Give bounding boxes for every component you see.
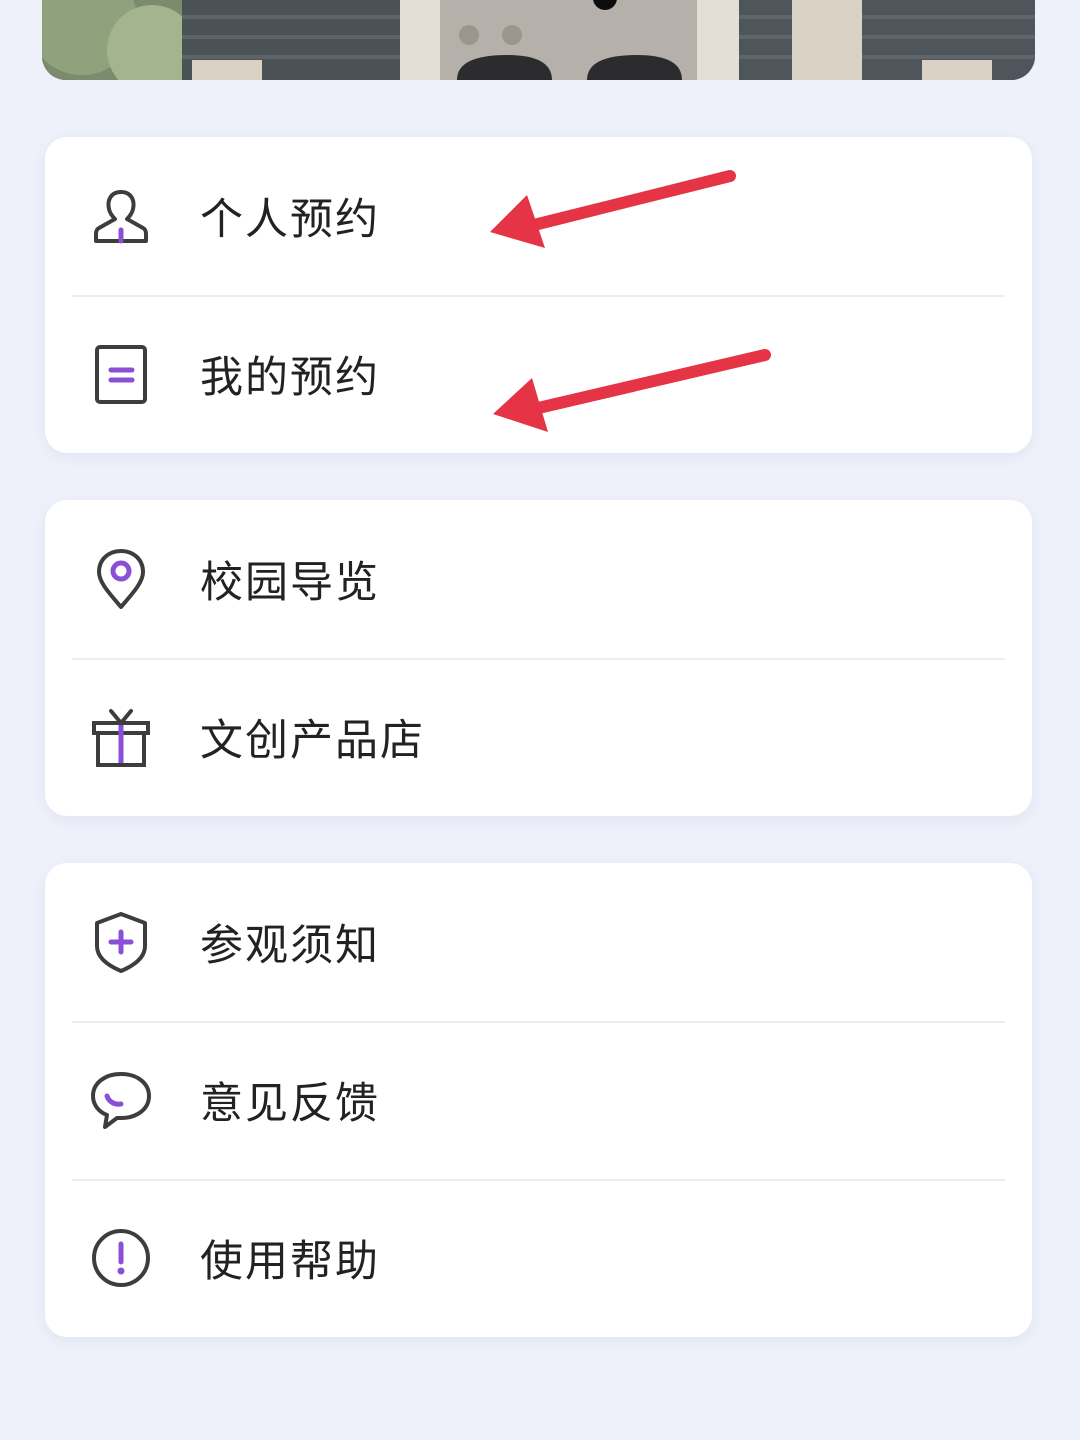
menu-item-label: 校园导览	[200, 558, 380, 608]
exclamation-circle-icon	[89, 1226, 153, 1290]
banner-carousel[interactable]	[42, 0, 1035, 80]
chat-bubble-icon	[89, 1068, 153, 1132]
menu-item-label: 意见反馈	[200, 1079, 380, 1129]
menu-group-booking: 个人预约 我的预约	[45, 137, 1032, 453]
person-icon	[89, 184, 153, 248]
shield-plus-icon	[89, 910, 153, 974]
menu-item-label: 参观须知	[200, 921, 380, 971]
gift-icon	[89, 705, 153, 769]
menu-group-campus: 校园导览 文创产品店	[45, 500, 1032, 816]
menu-item-feedback[interactable]: 意见反馈	[45, 1021, 1032, 1179]
menu-item-campus-tour[interactable]: 校园导览	[45, 500, 1032, 658]
menu-item-my-booking[interactable]: 我的预约	[45, 295, 1032, 453]
menu-item-help[interactable]: 使用帮助	[45, 1179, 1032, 1337]
menu-item-label: 我的预约	[200, 353, 380, 403]
menu-group-info: 参观须知 意见反馈 使用帮助	[45, 863, 1032, 1337]
location-pin-icon	[89, 547, 153, 611]
banner-image	[42, 0, 1035, 80]
menu-item-label: 文创产品店	[200, 716, 425, 766]
menu-item-label: 个人预约	[200, 195, 380, 245]
menu-item-souvenir-shop[interactable]: 文创产品店	[45, 658, 1032, 816]
menu-item-label: 使用帮助	[200, 1237, 380, 1287]
document-icon	[89, 342, 153, 406]
menu-item-visit-notice[interactable]: 参观须知	[45, 863, 1032, 1021]
menu-item-personal-booking[interactable]: 个人预约	[45, 137, 1032, 295]
